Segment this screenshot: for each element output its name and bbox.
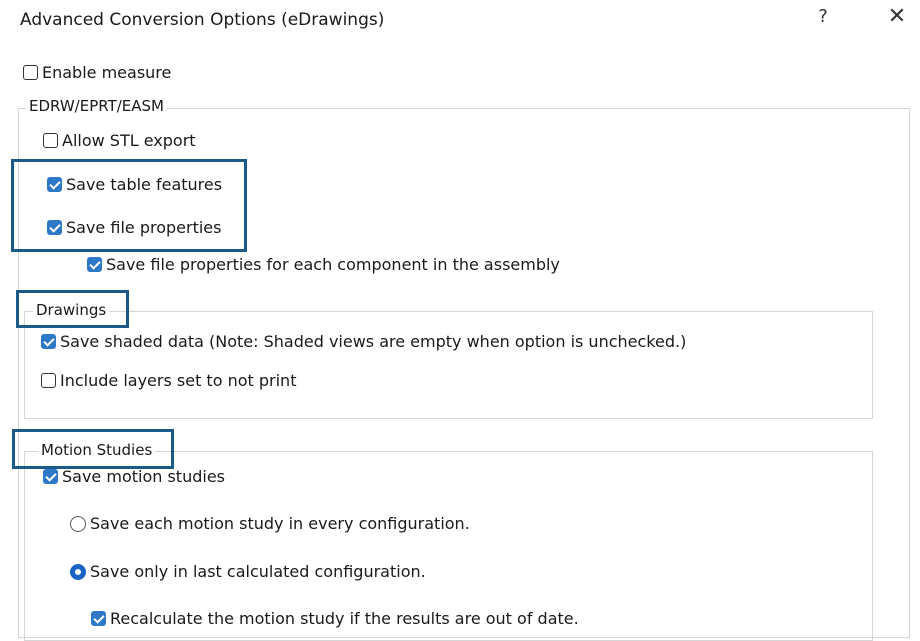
- save-shaded-checkbox[interactable]: Save shaded data (Note: Shaded views are…: [41, 332, 686, 351]
- enable-measure-checkbox[interactable]: Enable measure: [23, 63, 171, 82]
- checkbox-checked-icon[interactable]: [41, 334, 56, 349]
- radio-selected-icon[interactable]: [70, 563, 86, 580]
- checkbox-checked-icon[interactable]: [47, 220, 62, 235]
- enable-measure-label: Enable measure: [42, 63, 172, 82]
- checkbox-icon[interactable]: [41, 373, 56, 388]
- checkbox-checked-icon[interactable]: [47, 177, 62, 192]
- save-table-features-label: Save table features: [66, 175, 223, 194]
- checkbox-checked-icon[interactable]: [91, 611, 106, 626]
- checkbox-icon[interactable]: [43, 133, 58, 148]
- allow-stl-label: Allow STL export: [62, 131, 196, 150]
- checkbox-icon[interactable]: [23, 65, 38, 80]
- allow-stl-checkbox[interactable]: Allow STL export: [43, 131, 196, 150]
- each-config-radio[interactable]: Save each motion study in every configur…: [70, 514, 470, 533]
- save-motion-label: Save motion studies: [62, 467, 225, 486]
- close-icon[interactable]: ✕: [884, 4, 910, 32]
- drawings-group-box: [24, 311, 873, 419]
- save-props-each-component-label: Save file properties for each component …: [106, 255, 560, 274]
- edrw-group-label: EDRW/EPRT/EASM: [26, 97, 167, 115]
- checkbox-checked-icon[interactable]: [87, 257, 102, 272]
- save-props-each-component-checkbox[interactable]: Save file properties for each component …: [87, 255, 560, 274]
- highlight-box-save-options: [11, 159, 247, 252]
- save-file-properties-label: Save file properties: [66, 218, 222, 237]
- checkbox-checked-icon[interactable]: [43, 469, 58, 484]
- recalculate-checkbox[interactable]: Recalculate the motion study if the resu…: [91, 609, 579, 628]
- radio-icon[interactable]: [70, 515, 86, 532]
- last-config-label: Save only in last calculated configurati…: [90, 562, 426, 581]
- each-config-label: Save each motion study in every configur…: [90, 514, 470, 533]
- include-layers-label: Include layers set to not print: [60, 371, 297, 390]
- drawings-group-label: Drawings: [33, 301, 110, 319]
- motion-group-label: Motion Studies: [38, 441, 156, 459]
- save-file-properties-checkbox[interactable]: Save file properties: [47, 218, 221, 237]
- save-table-features-checkbox[interactable]: Save table features: [47, 175, 222, 194]
- help-icon[interactable]: ?: [812, 6, 834, 32]
- include-layers-checkbox[interactable]: Include layers set to not print: [41, 371, 296, 390]
- last-config-radio[interactable]: Save only in last calculated configurati…: [70, 562, 426, 581]
- recalculate-label: Recalculate the motion study if the resu…: [110, 609, 579, 628]
- save-motion-checkbox[interactable]: Save motion studies: [43, 467, 225, 486]
- dialog-title: Advanced Conversion Options (eDrawings): [20, 10, 385, 30]
- save-shaded-label: Save shaded data (Note: Shaded views are…: [60, 332, 687, 351]
